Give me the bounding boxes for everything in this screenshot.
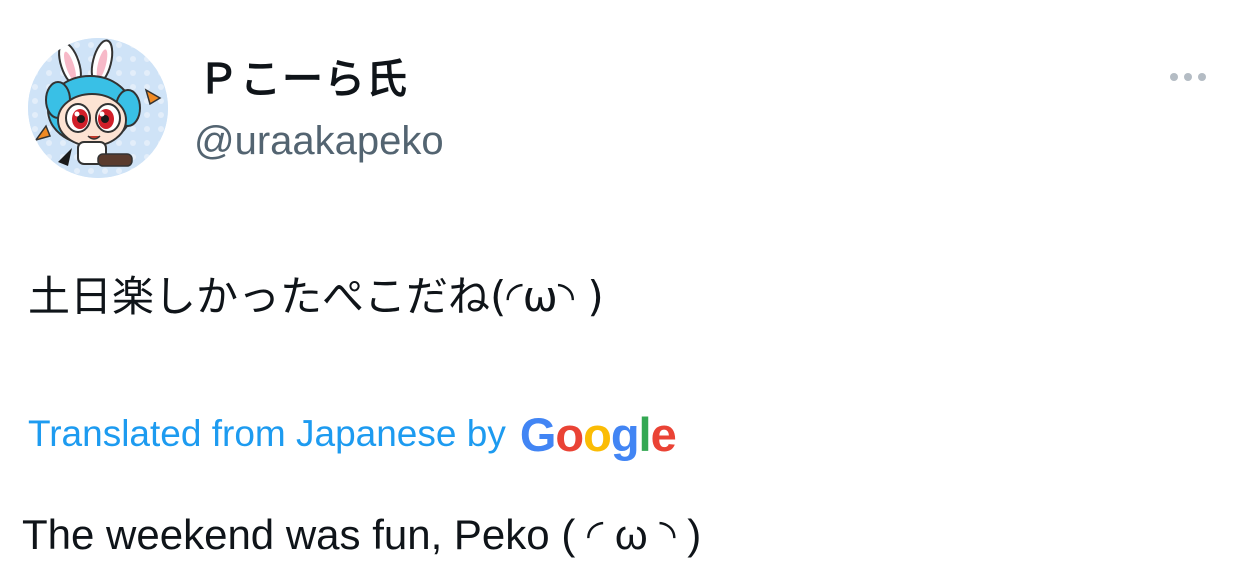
google-logo-letter: o: [555, 407, 584, 461]
more-options-button[interactable]: [1160, 62, 1216, 92]
google-logo-letter: e: [650, 407, 677, 461]
avatar-image: [28, 38, 168, 178]
translation-label[interactable]: Translated from Japanese by: [28, 413, 506, 455]
author-display-name[interactable]: Ｐこーら氏: [198, 52, 408, 106]
translated-text: The weekend was fun, Peko ( ◜ ω ◝ ): [22, 511, 702, 558]
author-handle[interactable]: @uraakapeko: [194, 114, 444, 168]
google-logo-letter: o: [583, 407, 612, 461]
more-horizontal-icon-dot: [1198, 73, 1206, 81]
tweet-text: 土日楽しかったぺこだね(◜ω◝ ): [28, 272, 604, 321]
google-logo-letter: G: [519, 407, 557, 461]
avatar[interactable]: [28, 38, 168, 178]
translation-attribution[interactable]: Translated from Japanese by Google: [28, 404, 677, 464]
google-logo-letter: l: [638, 407, 652, 461]
google-logo: Google: [519, 407, 677, 461]
more-horizontal-icon-dot: [1184, 73, 1192, 81]
google-logo-letter: g: [610, 407, 640, 461]
more-horizontal-icon: [1170, 73, 1178, 81]
